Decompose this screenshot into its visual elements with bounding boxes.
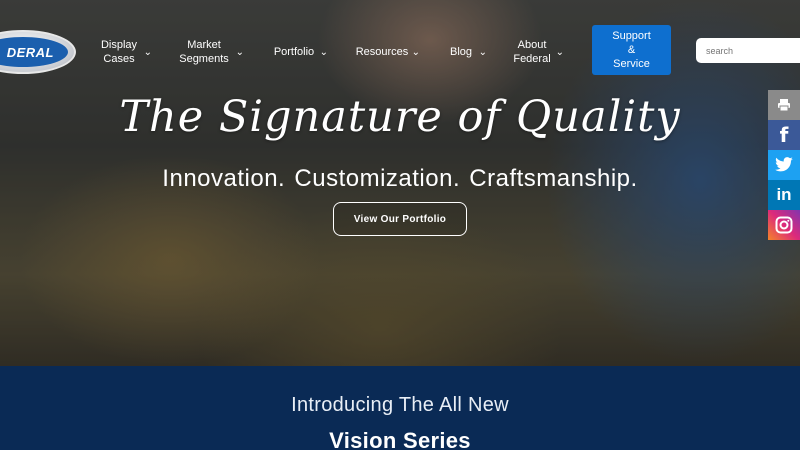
instagram-icon[interactable] [768, 210, 800, 240]
chevron-down-icon: ⌄ [319, 47, 328, 58]
chevron-down-icon: ⌄ [143, 47, 152, 58]
hero-headline: The Signature of Quality [119, 92, 681, 142]
view-portfolio-button[interactable]: View Our Portfolio [333, 202, 467, 236]
print-icon[interactable] [768, 90, 800, 120]
support-service-button[interactable]: Support & Service [592, 25, 671, 75]
logo-text: DERAL [0, 37, 68, 67]
nav-portfolio[interactable]: Portfolio ⌄ [270, 45, 328, 59]
twitter-icon[interactable] [768, 150, 800, 180]
nav-display-cases[interactable]: Display Cases ⌄ [98, 38, 152, 66]
nav-resources[interactable]: Resources ⌄ [354, 45, 420, 59]
chevron-down-icon: ⌄ [235, 47, 244, 58]
band-intro-text: Introducing The All New [291, 394, 509, 416]
nav-about-federal[interactable]: About Federal ⌄ [510, 38, 564, 66]
band-title: Vision Series [329, 428, 471, 450]
nav-blog[interactable]: Blog ⌄ [447, 45, 487, 59]
search-input[interactable] [696, 38, 800, 63]
chevron-down-icon: ⌄ [555, 47, 564, 58]
nav-market-segments[interactable]: Market Segments ⌄ [176, 38, 244, 66]
chevron-down-icon: ⌄ [411, 47, 420, 58]
chevron-down-icon: ⌄ [478, 47, 487, 58]
linkedin-icon[interactable]: in [768, 180, 800, 210]
facebook-icon[interactable]: f [768, 120, 800, 150]
hero-subline: Innovation. Customization. Craftsmanship… [162, 165, 638, 192]
